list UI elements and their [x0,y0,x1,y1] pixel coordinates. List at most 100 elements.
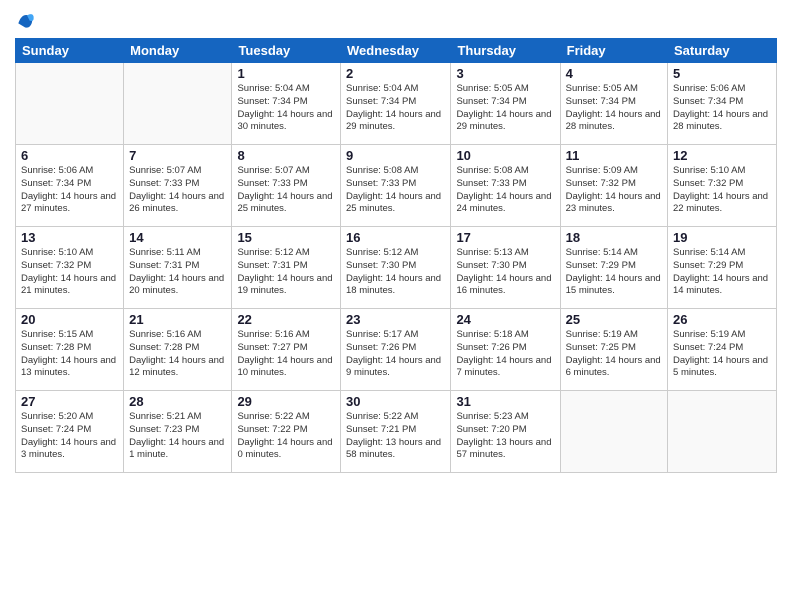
day-cell [16,63,124,145]
day-number: 13 [21,230,118,245]
day-number: 17 [456,230,554,245]
day-cell: 5 Sunrise: 5:06 AM Sunset: 7:34 PM Daylig… [668,63,777,145]
day-cell [124,63,232,145]
day-cell: 19 Sunrise: 5:14 AM Sunset: 7:29 PM Dayli… [668,227,777,309]
day-info: Sunrise: 5:16 AM Sunset: 7:28 PM Dayligh… [129,329,226,380]
day-cell: 4 Sunrise: 5:05 AM Sunset: 7:34 PM Daylig… [560,63,667,145]
day-info: Sunrise: 5:05 AM Sunset: 7:34 PM Dayligh… [566,83,662,134]
day-cell: 27 Sunrise: 5:20 AM Sunset: 7:24 PM Dayli… [16,391,124,473]
day-number: 20 [21,312,118,327]
day-cell: 23Sunrise: 5:17 AM Sunset: 7:26 PM Dayli… [341,309,451,391]
day-info: Sunrise: 5:04 AM Sunset: 7:34 PM Dayligh… [237,83,335,134]
day-number: 28 [129,394,226,409]
day-cell [668,391,777,473]
day-info: Sunrise: 5:07 AM Sunset: 7:33 PM Dayligh… [237,165,335,216]
day-cell: 15Sunrise: 5:12 AM Sunset: 7:31 PM Dayli… [232,227,341,309]
day-info: Sunrise: 5:22 AM Sunset: 7:22 PM Dayligh… [237,411,335,462]
day-info: Sunrise: 5:19 AM Sunset: 7:25 PM Dayligh… [566,329,662,380]
day-cell: 26 Sunrise: 5:19 AM Sunset: 7:24 PM Dayli… [668,309,777,391]
day-info: Sunrise: 5:13 AM Sunset: 7:30 PM Dayligh… [456,247,554,298]
day-info: Sunrise: 5:20 AM Sunset: 7:24 PM Dayligh… [21,411,118,462]
day-cell: 30Sunrise: 5:22 AM Sunset: 7:21 PM Dayli… [341,391,451,473]
weekday-tuesday: Tuesday [232,39,341,63]
day-info: Sunrise: 5:05 AM Sunset: 7:34 PM Dayligh… [456,83,554,134]
day-number: 19 [673,230,771,245]
day-cell: 25Sunrise: 5:19 AM Sunset: 7:25 PM Dayli… [560,309,667,391]
day-cell: 21 Sunrise: 5:16 AM Sunset: 7:28 PM Dayli… [124,309,232,391]
day-number: 10 [456,148,554,163]
day-info: Sunrise: 5:11 AM Sunset: 7:31 PM Dayligh… [129,247,226,298]
day-number: 29 [237,394,335,409]
weekday-wednesday: Wednesday [341,39,451,63]
day-number: 21 [129,312,226,327]
header [15,10,777,30]
day-info: Sunrise: 5:15 AM Sunset: 7:28 PM Dayligh… [21,329,118,380]
day-cell: 10 Sunrise: 5:08 AM Sunset: 7:33 PM Dayli… [451,145,560,227]
day-number: 24 [456,312,554,327]
day-info: Sunrise: 5:19 AM Sunset: 7:24 PM Dayligh… [673,329,771,380]
week-row-1: 6 Sunrise: 5:06 AM Sunset: 7:34 PM Daylig… [16,145,777,227]
day-info: Sunrise: 5:22 AM Sunset: 7:21 PM Dayligh… [346,411,445,462]
day-cell: 6 Sunrise: 5:06 AM Sunset: 7:34 PM Daylig… [16,145,124,227]
day-info: Sunrise: 5:10 AM Sunset: 7:32 PM Dayligh… [21,247,118,298]
day-number: 3 [456,66,554,81]
day-cell: 14 Sunrise: 5:11 AM Sunset: 7:31 PM Dayli… [124,227,232,309]
day-number: 9 [346,148,445,163]
day-info: Sunrise: 5:04 AM Sunset: 7:34 PM Dayligh… [346,83,445,134]
day-number: 26 [673,312,771,327]
calendar: SundayMondayTuesdayWednesdayThursdayFrid… [15,38,777,473]
day-cell: 9Sunrise: 5:08 AM Sunset: 7:33 PM Daylig… [341,145,451,227]
day-info: Sunrise: 5:08 AM Sunset: 7:33 PM Dayligh… [456,165,554,216]
day-cell: 31 Sunrise: 5:23 AM Sunset: 7:20 PM Dayli… [451,391,560,473]
day-info: Sunrise: 5:17 AM Sunset: 7:26 PM Dayligh… [346,329,445,380]
day-cell: 28 Sunrise: 5:21 AM Sunset: 7:23 PM Dayli… [124,391,232,473]
day-number: 1 [237,66,335,81]
day-info: Sunrise: 5:09 AM Sunset: 7:32 PM Dayligh… [566,165,662,216]
day-cell: 24 Sunrise: 5:18 AM Sunset: 7:26 PM Dayli… [451,309,560,391]
day-cell: 2 Sunrise: 5:04 AM Sunset: 7:34 PM Daylig… [341,63,451,145]
day-number: 15 [237,230,335,245]
logo [15,10,43,30]
day-cell: 18 Sunrise: 5:14 AM Sunset: 7:29 PM Dayli… [560,227,667,309]
day-number: 8 [237,148,335,163]
weekday-thursday: Thursday [451,39,560,63]
day-cell: 16Sunrise: 5:12 AM Sunset: 7:30 PM Dayli… [341,227,451,309]
day-info: Sunrise: 5:14 AM Sunset: 7:29 PM Dayligh… [673,247,771,298]
day-cell: 11 Sunrise: 5:09 AM Sunset: 7:32 PM Dayli… [560,145,667,227]
day-cell: 1 Sunrise: 5:04 AM Sunset: 7:34 PM Daylig… [232,63,341,145]
day-info: Sunrise: 5:14 AM Sunset: 7:29 PM Dayligh… [566,247,662,298]
week-row-2: 13 Sunrise: 5:10 AM Sunset: 7:32 PM Dayli… [16,227,777,309]
day-info: Sunrise: 5:16 AM Sunset: 7:27 PM Dayligh… [237,329,335,380]
day-cell: 22 Sunrise: 5:16 AM Sunset: 7:27 PM Dayli… [232,309,341,391]
day-info: Sunrise: 5:23 AM Sunset: 7:20 PM Dayligh… [456,411,554,462]
weekday-friday: Friday [560,39,667,63]
day-info: Sunrise: 5:21 AM Sunset: 7:23 PM Dayligh… [129,411,226,462]
day-number: 14 [129,230,226,245]
weekday-header-row: SundayMondayTuesdayWednesdayThursdayFrid… [16,39,777,63]
day-number: 27 [21,394,118,409]
day-cell: 7Sunrise: 5:07 AM Sunset: 7:33 PM Daylig… [124,145,232,227]
weekday-saturday: Saturday [668,39,777,63]
day-number: 6 [21,148,118,163]
day-info: Sunrise: 5:06 AM Sunset: 7:34 PM Dayligh… [21,165,118,216]
day-cell [560,391,667,473]
logo-icon [15,10,35,30]
day-info: Sunrise: 5:06 AM Sunset: 7:34 PM Dayligh… [673,83,771,134]
week-row-4: 27 Sunrise: 5:20 AM Sunset: 7:24 PM Dayli… [16,391,777,473]
day-info: Sunrise: 5:07 AM Sunset: 7:33 PM Dayligh… [129,165,226,216]
day-number: 22 [237,312,335,327]
day-number: 31 [456,394,554,409]
day-info: Sunrise: 5:18 AM Sunset: 7:26 PM Dayligh… [456,329,554,380]
day-cell: 3 Sunrise: 5:05 AM Sunset: 7:34 PM Daylig… [451,63,560,145]
week-row-3: 20 Sunrise: 5:15 AM Sunset: 7:28 PM Dayli… [16,309,777,391]
day-cell: 29 Sunrise: 5:22 AM Sunset: 7:22 PM Dayli… [232,391,341,473]
day-number: 5 [673,66,771,81]
day-number: 4 [566,66,662,81]
day-cell: 13 Sunrise: 5:10 AM Sunset: 7:32 PM Dayli… [16,227,124,309]
day-number: 11 [566,148,662,163]
week-row-0: 1 Sunrise: 5:04 AM Sunset: 7:34 PM Daylig… [16,63,777,145]
day-number: 2 [346,66,445,81]
day-info: Sunrise: 5:12 AM Sunset: 7:30 PM Dayligh… [346,247,445,298]
day-cell: 17 Sunrise: 5:13 AM Sunset: 7:30 PM Dayli… [451,227,560,309]
day-number: 18 [566,230,662,245]
